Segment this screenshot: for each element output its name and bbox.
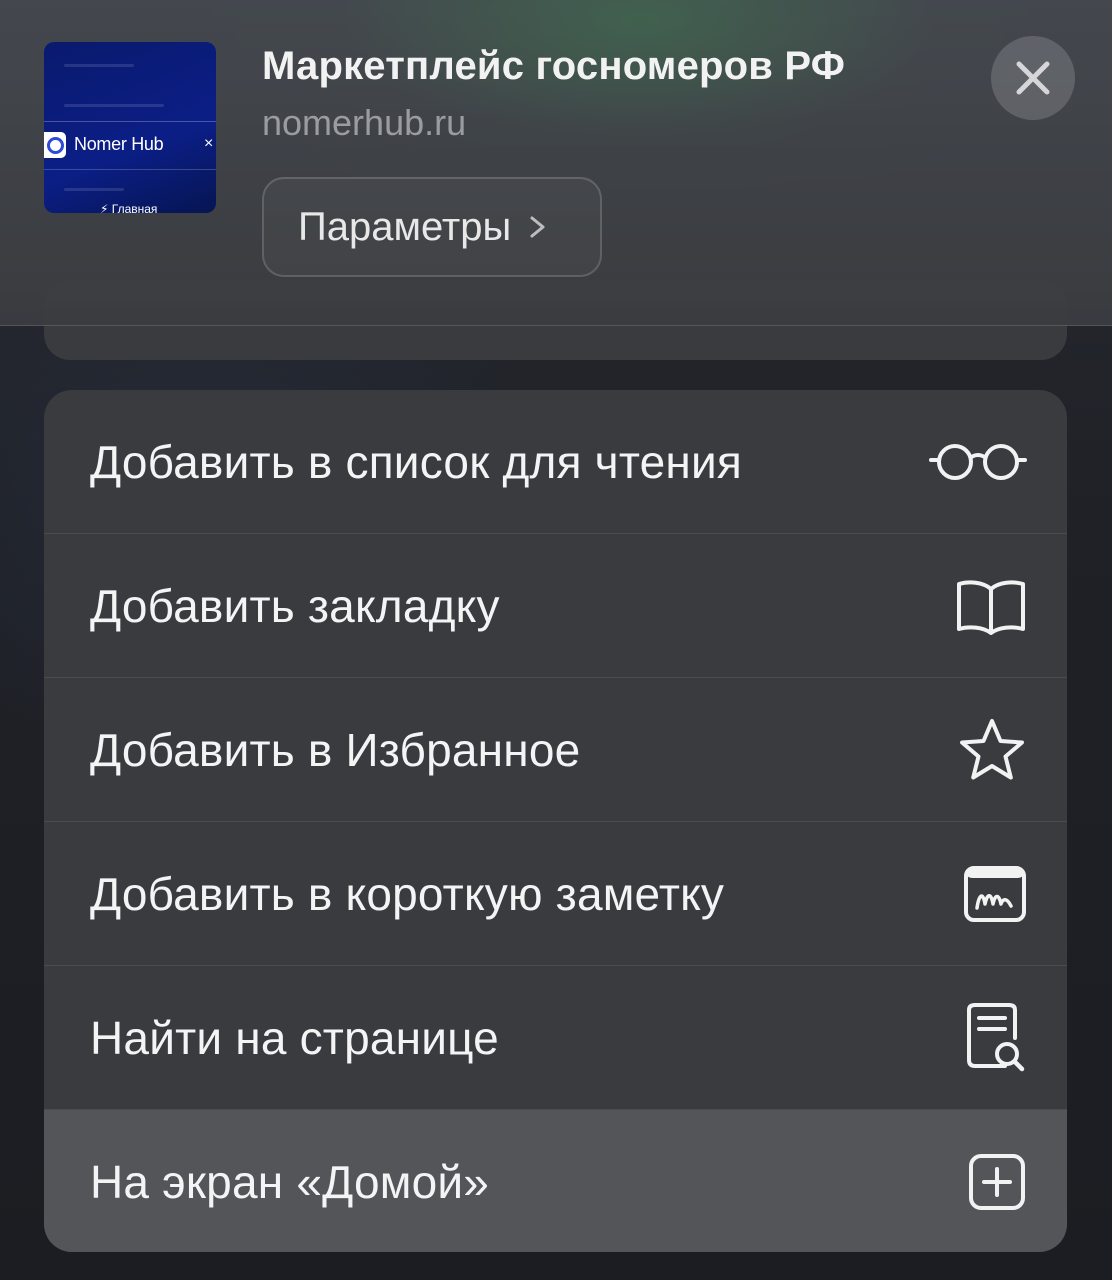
menu-item-add-to-home-screen[interactable]: На экран «Домой» (44, 1110, 1067, 1252)
thumbnail-line (64, 188, 124, 191)
menu-item-label: Добавить в список для чтения (90, 436, 742, 488)
thumbnail-divider (44, 169, 216, 170)
book-icon (957, 580, 1025, 635)
menu-item-label: Добавить в короткую заметку (90, 868, 725, 920)
menu-item-find-on-page[interactable]: Найти на странице (44, 966, 1067, 1110)
share-sheet-header: Nomer Hub × ⚡ Главная Маркетплейс госном… (0, 0, 1112, 326)
menu-item-label: Добавить в Избранное (90, 724, 581, 776)
thumbnail-nav-label: ⚡ Главная (100, 202, 158, 213)
options-button[interactable]: Параметры (262, 177, 602, 277)
find-on-page-icon (967, 1003, 1025, 1072)
close-button[interactable] (991, 36, 1075, 120)
menu-item-label: Добавить закладку (90, 580, 500, 632)
options-button-label: Параметры (298, 204, 512, 249)
page-domain: nomerhub.ru (262, 102, 467, 143)
close-icon (1016, 61, 1050, 95)
chevron-right-icon (530, 216, 545, 238)
reading-glasses-icon (929, 444, 1027, 480)
thumbnail-close-glyph: × (204, 135, 214, 152)
menu-item-add-to-quick-note[interactable]: Добавить в короткую заметку (44, 822, 1067, 966)
add-square-icon (969, 1154, 1025, 1210)
menu-item-add-to-reading-list[interactable]: Добавить в список для чтения (44, 390, 1067, 534)
thumbnail-divider (44, 121, 216, 122)
thumbnail-brand: Nomer Hub (74, 134, 164, 154)
menu-item-label: На экран «Домой» (90, 1156, 490, 1208)
page-title: Маркетплейс госномеров РФ (262, 44, 846, 88)
menu-item-add-to-favorites[interactable]: Добавить в Избранное (44, 678, 1067, 822)
menu-item-add-bookmark[interactable]: Добавить закладку (44, 534, 1067, 678)
quick-note-icon (964, 866, 1026, 922)
menu-item-label: Найти на странице (90, 1012, 499, 1064)
share-actions-menu: Добавить в список для чтения Добавить за… (44, 390, 1067, 1252)
star-icon (960, 719, 1024, 780)
page-thumbnail: Nomer Hub × ⚡ Главная (44, 42, 216, 213)
thumbnail-line (64, 104, 164, 107)
thumbnail-line (64, 64, 134, 67)
nomerhub-logo-icon (44, 132, 66, 158)
